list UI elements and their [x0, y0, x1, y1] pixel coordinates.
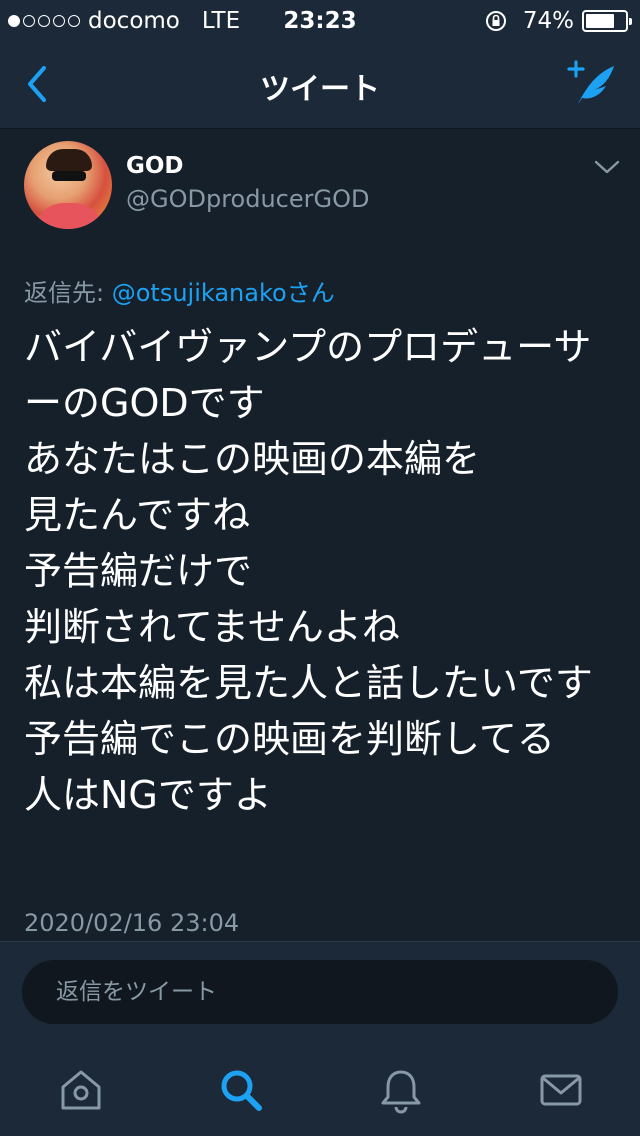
messages-mail-icon[interactable] [536, 1065, 586, 1115]
battery-icon [582, 10, 632, 32]
tab-bar [0, 1043, 640, 1136]
battery-percent: 74% [522, 8, 574, 34]
home-icon[interactable] [56, 1065, 106, 1115]
search-icon[interactable] [216, 1065, 266, 1115]
reply-bar: 返信をツイート [0, 941, 640, 1044]
tweet-detail: GOD @GODproducerGOD 返信先: @otsujikanakoさん… [0, 129, 640, 941]
page-title: ツイート [260, 72, 380, 107]
reply-mention-link[interactable]: @otsujikanakoさん [112, 279, 335, 307]
notifications-bell-icon[interactable] [376, 1065, 426, 1115]
status-bar: docomo LTE 23:23 74% [0, 0, 640, 40]
compose-feather-icon[interactable] [564, 56, 618, 110]
tweet-text: バイバイヴァンプのプロデューサーのGODです あなたはこの映画の本編を 見たんで… [24, 325, 593, 817]
author-display-name[interactable]: GOD [126, 153, 184, 179]
tweet-timestamp: 2020/02/16 23:04 [24, 909, 240, 937]
reply-prefix: 返信先: [24, 279, 112, 307]
nav-bar: ツイート [0, 40, 640, 129]
reply-context: 返信先: @otsujikanakoさん [24, 273, 335, 308]
avatar[interactable] [24, 141, 112, 229]
chevron-down-icon[interactable] [594, 159, 620, 175]
orientation-lock-icon [485, 11, 506, 31]
author-handle[interactable]: @GODproducerGOD [126, 185, 369, 213]
reply-input[interactable]: 返信をツイート [22, 960, 618, 1024]
